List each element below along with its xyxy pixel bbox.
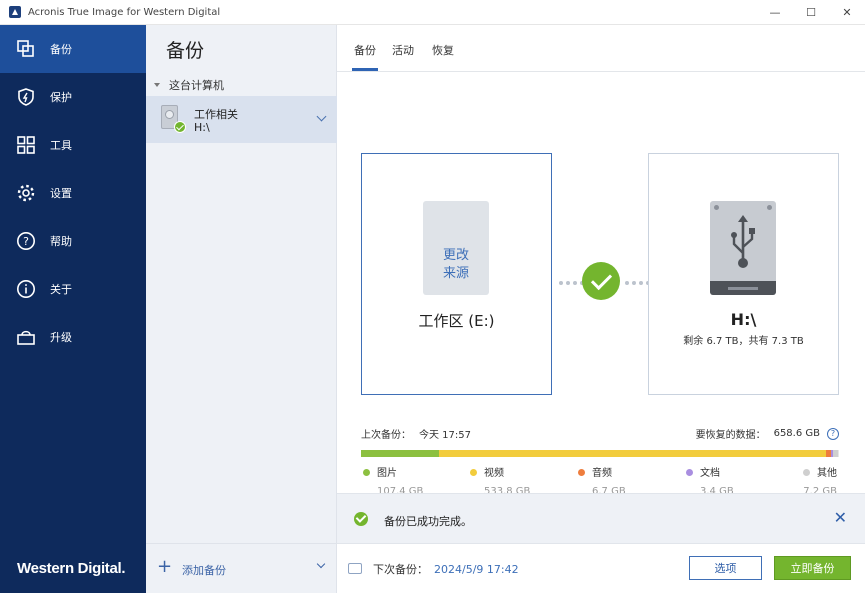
plan-name: 工作相关 xyxy=(194,108,238,121)
legend-dot xyxy=(803,469,810,476)
usage-segment xyxy=(361,450,439,457)
backup-status-check-icon xyxy=(582,262,620,300)
change-source-line2: 来源 xyxy=(442,266,469,281)
change-source-link[interactable]: 更改 来源 xyxy=(423,247,489,283)
usage-segment xyxy=(833,450,839,457)
legend-dot xyxy=(470,469,477,476)
recover-value: 658.6 GB xyxy=(773,428,820,439)
shield-icon xyxy=(15,86,37,108)
maximize-button[interactable]: ☐ xyxy=(793,0,829,25)
sidebar-item-about[interactable]: 关于 xyxy=(0,265,146,313)
source-label: 工作区 (E:) xyxy=(418,312,495,330)
group-label: 这台计算机 xyxy=(169,79,224,92)
sidebar-item-tools[interactable]: 工具 xyxy=(0,121,146,169)
success-check-icon xyxy=(174,121,186,133)
legend-label: 文档 xyxy=(700,468,720,479)
next-backup-info: 下次备份： 2024/5/9 17:42 xyxy=(373,561,519,577)
chevron-down-icon[interactable] xyxy=(316,111,327,122)
options-button[interactable]: 选项 xyxy=(689,556,762,580)
destination-space: 剩余 6.7 TB，共有 7.3 TB xyxy=(683,336,804,347)
add-backup-bar: + 添加备份 xyxy=(146,543,337,593)
plus-icon[interactable]: + xyxy=(157,558,172,576)
tab-bar: 备份 活动 恢复 xyxy=(337,25,865,72)
add-backup-button[interactable]: 添加备份 xyxy=(182,562,226,578)
recover-label: 要恢复的数据： xyxy=(695,430,766,441)
tools-grid-icon xyxy=(15,134,37,156)
success-banner: 备份已成功完成。 ✕ xyxy=(337,493,865,543)
sidebar-item-label: 关于 xyxy=(50,283,72,296)
legend-label: 视频 xyxy=(484,468,504,479)
backup-plan-item[interactable]: 工作相关 H:\ xyxy=(146,96,337,143)
legend-dot xyxy=(578,469,585,476)
minimize-button[interactable]: — xyxy=(757,0,793,25)
sidebar-item-label: 设置 xyxy=(50,187,72,200)
gear-icon xyxy=(15,182,37,204)
success-check-icon xyxy=(354,512,368,526)
source-card[interactable]: 更改 来源 工作区 (E:) xyxy=(361,153,552,395)
basket-icon xyxy=(15,326,37,348)
sidebar-item-label: 备份 xyxy=(50,43,72,56)
legend-label: 其他 xyxy=(817,468,837,479)
question-icon[interactable]: ? xyxy=(827,427,839,440)
change-source-line1: 更改 xyxy=(442,248,469,263)
sidebar-item-label: 保护 xyxy=(50,91,72,104)
app-logo-icon xyxy=(9,6,21,18)
legend-label: 音频 xyxy=(592,468,612,479)
sidebar-item-label: 工具 xyxy=(50,139,72,152)
connector-dots-right xyxy=(625,281,650,285)
tab-backup[interactable]: 备份 xyxy=(352,42,378,71)
legend-dot xyxy=(363,469,370,476)
next-backup-value[interactable]: 2024/5/9 17:42 xyxy=(434,563,519,576)
close-icon[interactable]: ✕ xyxy=(834,508,847,527)
backup-icon xyxy=(15,38,37,60)
storage-usage-bar xyxy=(361,450,839,457)
last-backup-label: 上次备份： xyxy=(361,430,411,441)
tab-recover[interactable]: 恢复 xyxy=(432,42,454,58)
connector-dots-left xyxy=(559,281,584,285)
plan-destination: H:\ xyxy=(194,121,210,134)
chevron-down-icon[interactable] xyxy=(316,559,326,569)
recover-data-info: 要恢复的数据： 658.6 GB ? xyxy=(696,426,839,441)
svg-text:?: ? xyxy=(23,235,29,248)
backup-list-panel: 备份 这台计算机 工作相关 H:\ + 添加备份 xyxy=(146,25,337,593)
sidebar-item-label: 升级 xyxy=(50,331,72,344)
usage-segment xyxy=(438,450,827,457)
destination-card[interactable]: H:\ 剩余 6.7 TB，共有 7.3 TB xyxy=(648,153,839,395)
info-icon xyxy=(15,278,37,300)
next-backup-label: 下次备份： xyxy=(373,563,428,576)
comment-icon[interactable] xyxy=(348,563,362,574)
backup-now-button[interactable]: 立即备份 xyxy=(774,556,851,580)
legend-label: 图片 xyxy=(377,468,397,479)
sidebar-item-settings[interactable]: 设置 xyxy=(0,169,146,217)
sidebar-item-label: 帮助 xyxy=(50,235,72,248)
usb-drive-icon xyxy=(710,201,776,295)
sidebar-item-protect[interactable]: 保护 xyxy=(0,73,146,121)
group-header[interactable]: 这台计算机 xyxy=(154,77,224,93)
destination-label: H:\ xyxy=(730,310,757,329)
legend-dot xyxy=(686,469,693,476)
last-backup-value: 今天 17:57 xyxy=(419,430,471,441)
close-window-button[interactable]: ✕ xyxy=(829,0,865,25)
sidebar-item-help[interactable]: ? 帮助 xyxy=(0,217,146,265)
window-title: Acronis True Image for Western Digital xyxy=(28,6,221,18)
sidebar-item-upgrade[interactable]: 升级 xyxy=(0,313,146,361)
collapse-triangle-icon xyxy=(154,83,160,87)
title-bar: Acronis True Image for Western Digital —… xyxy=(0,0,865,25)
panel-title: 备份 xyxy=(166,40,205,62)
main-content: 备份 活动 恢复 更改 来源 工作区 (E:) H:\ 剩余 6.7 TB，共有… xyxy=(337,25,865,593)
help-icon: ? xyxy=(15,230,37,252)
sidebar: 备份 保护 工具 设置 ? 帮助 关于 升级 Western Digital. xyxy=(0,25,146,593)
banner-message: 备份已成功完成。 xyxy=(384,515,472,528)
tab-activity[interactable]: 活动 xyxy=(392,42,414,58)
last-backup-info: 上次备份： 今天 17:57 xyxy=(361,426,471,441)
usage-legend: 图片 107.4 GB 视频 533.8 GB 音频 6.7 GB 文档 3.4… xyxy=(361,464,839,497)
window-controls: — ☐ ✕ xyxy=(757,0,865,25)
brand-logo: Western Digital. xyxy=(17,560,126,577)
sidebar-item-backup[interactable]: 备份 xyxy=(0,25,146,73)
footer-bar: 下次备份： 2024/5/9 17:42 选项 立即备份 xyxy=(337,543,865,593)
